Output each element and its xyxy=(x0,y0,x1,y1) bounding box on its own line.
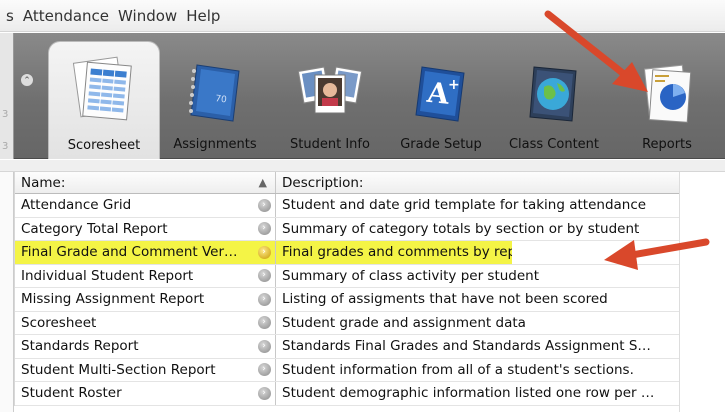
arrow-to-highlighted-row-icon xyxy=(604,238,710,270)
arrow-to-reports-icon xyxy=(544,10,648,92)
annotation-arrows xyxy=(544,10,710,270)
